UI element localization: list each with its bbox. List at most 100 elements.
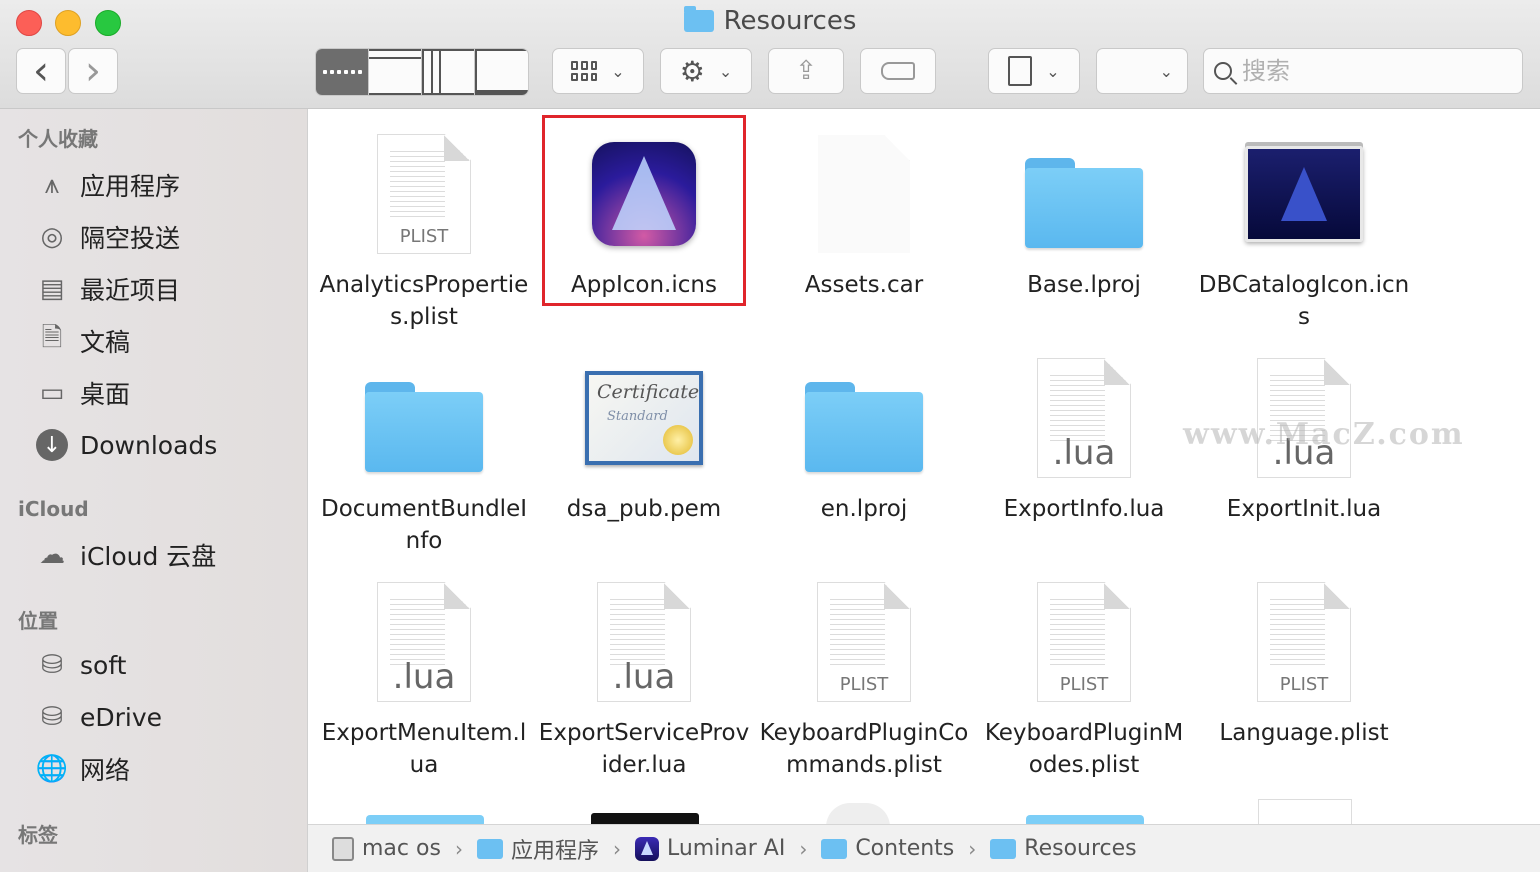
sidebar-heading-tags: 标签 bbox=[18, 823, 58, 847]
folder-icon bbox=[365, 382, 483, 472]
path-bar: mac os › 应用程序 › Luminar AI › Contents › … bbox=[308, 824, 1540, 872]
airdrop-icon: ◎ bbox=[40, 222, 64, 252]
folder-icon bbox=[990, 838, 1017, 859]
disk-icon bbox=[332, 836, 354, 861]
file-grid: PLIST AnalyticsProperties.plist AppIcon.… bbox=[308, 109, 1540, 824]
sidebar-item-applications[interactable]: ⩚ 应用程序 bbox=[34, 163, 180, 207]
back-button[interactable]: ‹ bbox=[16, 48, 66, 94]
cloud-icon: ☁ bbox=[39, 540, 65, 570]
file-item[interactable]: PLIST KeyboardPluginCommands.plist bbox=[754, 567, 974, 781]
titlebar: Resources ‹ › ⌄ ⚙ ⌄ ⇪ ⌄ ⌄ bbox=[0, 0, 1540, 109]
network-icon: 🌐 bbox=[35, 754, 69, 784]
window-title-area: Resources bbox=[0, 6, 1540, 36]
path-item-mac-os[interactable]: mac os bbox=[332, 836, 441, 861]
certificate-icon: Certificate Standard bbox=[585, 371, 703, 465]
group-button[interactable]: ⌄ bbox=[552, 48, 644, 94]
sidebar-item-airdrop[interactable]: ◎ 隔空投送 bbox=[34, 215, 180, 259]
file-name: AnalyticsProperties.plist bbox=[319, 272, 529, 330]
luminar-icon bbox=[634, 836, 659, 861]
icon-view-button[interactable] bbox=[316, 49, 369, 95]
folder-icon bbox=[821, 838, 848, 859]
sidebar-item-label: 最近项目 bbox=[80, 276, 181, 305]
sidebar-item-network[interactable]: 🌐 网络 bbox=[34, 747, 130, 791]
file-name: DocumentBundleInfo bbox=[320, 496, 527, 554]
action-button[interactable]: ⚙ ⌄ bbox=[660, 48, 752, 94]
file-name: en.lproj bbox=[820, 496, 908, 522]
sidebar-item-desktop[interactable]: ▭ 桌面 bbox=[34, 371, 130, 415]
folder-icon bbox=[1026, 815, 1144, 824]
grid-icon bbox=[571, 61, 598, 81]
sidebar-item-documents[interactable]: 🗎 文稿 bbox=[34, 319, 130, 363]
sidebar-heading-icloud: iCloud bbox=[18, 497, 89, 521]
file-name: DBCatalogIcon.icns bbox=[1198, 272, 1410, 330]
sidebar-item-label: iCloud 云盘 bbox=[80, 542, 217, 571]
search-field[interactable] bbox=[1203, 48, 1523, 94]
list-view-button[interactable] bbox=[369, 49, 422, 95]
path-item-luminar[interactable]: Luminar AI bbox=[634, 836, 785, 861]
tag-icon bbox=[881, 62, 915, 80]
chevron-down-icon: ⌄ bbox=[1159, 61, 1173, 81]
chevron-down-icon: ⌄ bbox=[611, 61, 625, 81]
file-item[interactable]: PLIST Language.plist bbox=[1194, 567, 1414, 749]
path-item-resources[interactable]: Resources bbox=[990, 836, 1137, 861]
list-icon bbox=[369, 49, 421, 95]
sidebar-item-label: 隔空投送 bbox=[80, 224, 181, 253]
file-item[interactable]: DBCatalogIcon.icns bbox=[1194, 119, 1414, 333]
folder-icon bbox=[366, 815, 484, 824]
folder-icon bbox=[805, 382, 923, 472]
file-item[interactable]: PLIST KeyboardPluginModes.plist bbox=[974, 567, 1194, 781]
folder-icon bbox=[683, 6, 714, 32]
file-item[interactable]: Base.lproj bbox=[974, 119, 1194, 301]
path-item-applications[interactable]: 应用程序 bbox=[476, 833, 599, 865]
forward-button[interactable]: › bbox=[68, 48, 118, 94]
gallery-view-button[interactable] bbox=[475, 49, 528, 95]
file-item[interactable]: .lua ExportMenuItem.lua bbox=[314, 567, 534, 781]
view-mode-selector bbox=[315, 48, 529, 96]
file-item[interactable]: en.lproj bbox=[754, 343, 974, 525]
sidebar-item-downloads[interactable]: ↓ Downloads bbox=[34, 423, 217, 467]
sidebar-item-icloud-drive[interactable]: ☁ iCloud 云盘 bbox=[34, 533, 216, 577]
sidebar-item-edrive[interactable]: ⛁ eDrive bbox=[34, 695, 162, 739]
sidebar-heading-locations: 位置 bbox=[18, 609, 58, 633]
applications-icon: ⩚ bbox=[44, 169, 60, 200]
finder-window: Resources ‹ › ⌄ ⚙ ⌄ ⇪ ⌄ ⌄ 搜索 个人收藏 ⩚ 应用程序… bbox=[0, 0, 1540, 872]
recents-icon: ▤ bbox=[39, 274, 65, 304]
sidebar-item-label: soft bbox=[80, 650, 127, 680]
file-item[interactable]: DocumentBundleInfo bbox=[314, 343, 534, 557]
catalog-icon bbox=[1245, 146, 1363, 242]
chevron-right-icon: › bbox=[85, 48, 101, 94]
lua-file-icon: .lua bbox=[597, 582, 691, 702]
file-name: ExportMenuItem.lua bbox=[321, 720, 527, 778]
file-item[interactable]: Assets.car bbox=[754, 119, 974, 301]
tags-button[interactable] bbox=[860, 48, 936, 94]
search-input[interactable] bbox=[1240, 56, 1494, 86]
sidebar-item-soft[interactable]: ⛁ soft bbox=[34, 643, 126, 687]
file-name: ExportServiceProvider.lua bbox=[538, 720, 750, 778]
grid-icon bbox=[316, 49, 368, 95]
column-view-button[interactable] bbox=[422, 49, 475, 95]
share-button[interactable]: ⇪ bbox=[768, 48, 844, 94]
file-name: KeyboardPluginCommands.plist bbox=[759, 720, 969, 778]
chevron-right-icon: › bbox=[968, 836, 977, 861]
sidebar-item-label: eDrive bbox=[80, 702, 163, 732]
dropbox-button[interactable]: ⌄ bbox=[988, 48, 1080, 94]
selection-highlight-box bbox=[542, 115, 746, 306]
file-name: Base.lproj bbox=[1027, 272, 1141, 298]
file-item[interactable]: Certificate Standard dsa_pub.pem bbox=[534, 343, 754, 525]
file-name: Assets.car bbox=[804, 272, 924, 298]
sidebar: 个人收藏 ⩚ 应用程序 ◎ 隔空投送 ▤ 最近项目 🗎 文稿 ▭ 桌面 ↓ Download… bbox=[0, 109, 308, 872]
sidebar-item-label: 文稿 bbox=[80, 328, 131, 357]
sidebar-item-label: Downloads bbox=[80, 430, 218, 460]
file-item[interactable]: .lua ExportServiceProvider.lua bbox=[534, 567, 754, 781]
plist-file-icon: PLIST bbox=[1037, 582, 1131, 702]
app-icon bbox=[591, 813, 699, 824]
sidebar-item-recents[interactable]: ▤ 最近项目 bbox=[34, 267, 180, 311]
generic-icon bbox=[826, 803, 890, 824]
file-item[interactable]: PLIST AnalyticsProperties.plist bbox=[314, 119, 534, 333]
extra-dropdown[interactable]: ⌄ bbox=[1096, 48, 1188, 94]
share-icon: ⇪ bbox=[795, 56, 817, 86]
file-item[interactable]: .lua ExportInfo.lua bbox=[974, 343, 1194, 525]
dropbox-icon bbox=[1008, 56, 1033, 86]
path-item-contents[interactable]: Contents bbox=[821, 836, 954, 861]
chevron-right-icon: › bbox=[799, 836, 808, 861]
